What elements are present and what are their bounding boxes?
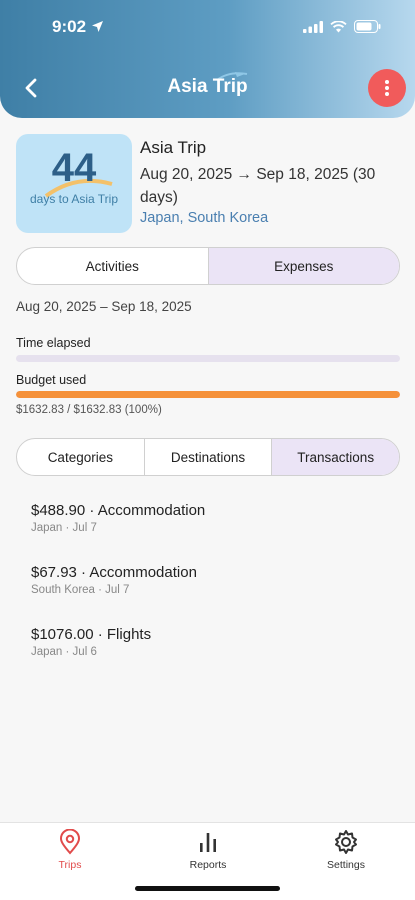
tab-trips-label: Trips bbox=[58, 859, 82, 871]
more-options-button[interactable] bbox=[368, 69, 406, 107]
transaction-title: $1076.00 · Flights bbox=[31, 626, 152, 643]
transaction-item[interactable]: $67.93 · Accommodation South Korea · Jul… bbox=[31, 564, 391, 626]
tab-reports-label: Reports bbox=[189, 859, 227, 871]
bar-chart-icon bbox=[200, 833, 216, 852]
tab-reports[interactable]: Reports bbox=[163, 829, 253, 871]
countdown-caption: days to Asia Trip bbox=[29, 192, 119, 206]
tab-settings[interactable]: Settings bbox=[301, 829, 391, 871]
countdown-number: 44 bbox=[51, 146, 97, 190]
vertical-dots-icon bbox=[385, 80, 389, 96]
location-pin-icon bbox=[59, 829, 81, 855]
tab-settings-label: Settings bbox=[327, 859, 365, 871]
tab-expenses[interactable]: Expenses bbox=[208, 248, 399, 284]
trip-destinations: Japan, South Korea bbox=[140, 210, 269, 226]
transaction-title: $67.93 · Accommodation bbox=[31, 564, 197, 581]
transaction-item[interactable]: $1076.00 · Flights Japan · Jul 6 bbox=[31, 626, 391, 688]
budget-used-bar bbox=[16, 391, 400, 398]
trip-countdown-card: 44 days to Asia Trip bbox=[16, 134, 132, 233]
transactions-list: $488.90 · Accommodation Japan · Jul 7 $6… bbox=[31, 502, 391, 688]
app-header: 9:02 Asia Trip bbox=[0, 0, 415, 118]
tab-destinations[interactable]: Destinations bbox=[145, 439, 273, 475]
location-arrow-icon bbox=[92, 21, 103, 32]
transaction-meta: Japan · Jul 7 bbox=[31, 522, 97, 534]
page-title: Asia Trip bbox=[167, 76, 248, 97]
view-switch: Activities Expenses bbox=[16, 247, 400, 285]
trip-dates: Aug 20, 2025 → Sep 18, 2025 (30 days) bbox=[140, 166, 376, 206]
budget-used-label: Budget used bbox=[16, 373, 87, 387]
gear-icon bbox=[335, 830, 357, 854]
signal-icon bbox=[303, 20, 323, 33]
transaction-item[interactable]: $488.90 · Accommodation Japan · Jul 7 bbox=[31, 502, 391, 564]
tab-activities[interactable]: Activities bbox=[17, 248, 209, 284]
tab-trips[interactable]: Trips bbox=[25, 829, 115, 871]
status-time: 9:02 bbox=[52, 17, 87, 36]
date-range: Aug 20, 2025 – Sep 18, 2025 bbox=[16, 299, 192, 314]
time-elapsed-label: Time elapsed bbox=[16, 336, 91, 350]
wifi-icon bbox=[330, 20, 347, 32]
home-indicator bbox=[135, 886, 280, 891]
tab-categories[interactable]: Categories bbox=[17, 439, 145, 475]
trip-name: Asia Trip bbox=[140, 138, 207, 157]
transaction-title: $488.90 · Accommodation bbox=[31, 502, 206, 519]
transaction-meta: South Korea · Jul 7 bbox=[31, 584, 130, 596]
battery-icon bbox=[354, 20, 381, 33]
status-icons bbox=[303, 20, 381, 33]
expense-view-switch: Categories Destinations Transactions bbox=[16, 438, 400, 476]
budget-used-fill bbox=[16, 391, 400, 398]
tab-transactions[interactable]: Transactions bbox=[272, 439, 399, 475]
budget-amount: $1632.83 / $1632.83 (100%) bbox=[16, 404, 162, 416]
transaction-meta: Japan · Jul 6 bbox=[31, 646, 97, 658]
time-elapsed-bar bbox=[16, 355, 400, 362]
